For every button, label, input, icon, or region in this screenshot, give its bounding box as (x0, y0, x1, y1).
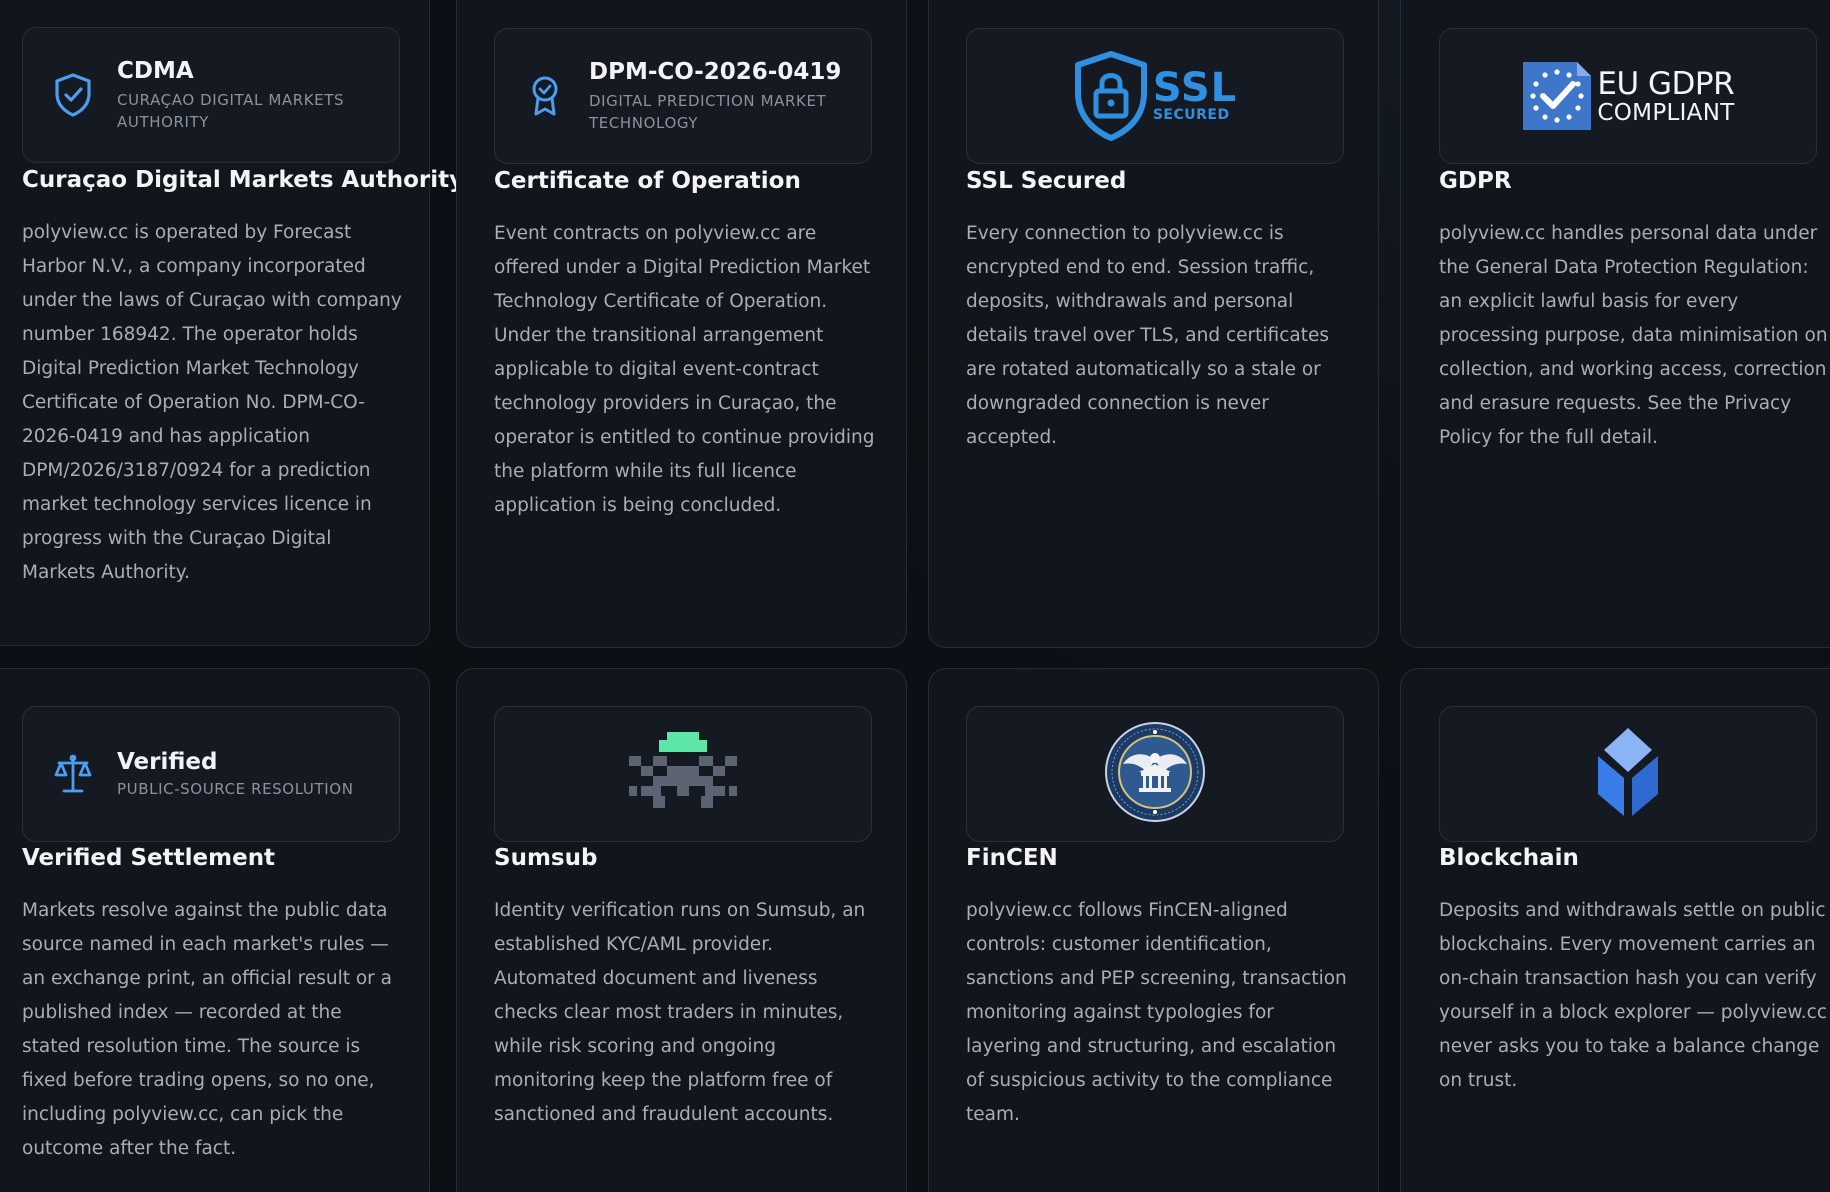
badge-subtitle: DIGITAL PREDICTION MARKET TECHNOLOGY (589, 92, 827, 132)
gdpr-logo-box: EU GDPR COMPLIANT (1439, 28, 1817, 164)
card-certificate-of-operation: DPM-CO-2026-0419 DIGITAL PREDICTION MARK… (456, 0, 907, 648)
award-ribbon-icon (525, 74, 565, 118)
card-title: Curaçao Digital Markets Authority (22, 167, 465, 193)
sumsub-pixel-logo-icon (627, 730, 739, 818)
card-title: Verified Settlement (22, 845, 276, 871)
badge-subtitle: PUBLIC-SOURCE RESOLUTION (117, 780, 354, 798)
badge-title: CDMA (117, 58, 194, 84)
card-title: GDPR (1439, 168, 1512, 194)
card-fincen: FinCEN polyview.cc follows FinCEN-aligne… (928, 668, 1379, 1192)
shield-check-icon (53, 73, 93, 117)
card-title: Sumsub (494, 845, 598, 871)
card-description: Every connection to polyview.cc is encry… (966, 223, 1329, 448)
card-gdpr: EU GDPR COMPLIANT GDPR polyview.cc handl… (1400, 0, 1830, 648)
blockchain-logo-box (1439, 706, 1817, 842)
trust-badges-page: CDMA CURAÇAO DIGITAL MARKETS AUTHORITY C… (0, 0, 1830, 1192)
card-description: Deposits and withdrawals settle on publi… (1439, 900, 1828, 1091)
sumsub-logo-box (494, 706, 872, 842)
eu-stars-check-icon: EU GDPR COMPLIANT (1521, 60, 1735, 132)
badge-subtitle: CURAÇAO DIGITAL MARKETS AUTHORITY (117, 91, 345, 131)
card-title: Certificate of Operation (494, 168, 801, 194)
gdpr-logo-sub: COMPLIANT (1597, 99, 1735, 126)
card-description: Identity verification runs on Sumsub, an… (494, 900, 866, 1125)
ssl-logo-sub: SECURED (1152, 107, 1230, 123)
ssl-lock-shield-icon: SSL SECURED (1073, 51, 1237, 141)
cdma-badge: CDMA CURAÇAO DIGITAL MARKETS AUTHORITY (22, 27, 400, 163)
card-sumsub: Sumsub Identity verification runs on Sum… (456, 668, 907, 1192)
scales-icon (53, 752, 93, 796)
gdpr-logo-main: EU GDPR (1597, 65, 1735, 102)
card-verified-settlement: Verified PUBLIC-SOURCE RESOLUTION Verifi… (0, 668, 430, 1192)
fincen-logo-box (966, 706, 1344, 842)
card-description: Event contracts on polyview.cc are offer… (494, 223, 875, 516)
fincen-seal-icon (1103, 720, 1207, 828)
verified-badge: Verified PUBLIC-SOURCE RESOLUTION (22, 706, 400, 842)
card-cdma: CDMA CURAÇAO DIGITAL MARKETS AUTHORITY C… (0, 0, 464, 646)
card-title: Blockchain (1439, 845, 1579, 871)
card-ssl-secured: SSL SECURED SSL Secured Every connection… (928, 0, 1379, 648)
card-title: SSL Secured (966, 168, 1127, 194)
blockchain-cube-icon (1580, 724, 1676, 824)
card-description: polyview.cc follows FinCEN-aligned contr… (966, 900, 1347, 1125)
ssl-logo-box: SSL SECURED (966, 28, 1344, 164)
card-description: Markets resolve against the public data … (22, 900, 392, 1159)
card-description: polyview.cc handles personal data under … (1439, 223, 1828, 448)
card-title: FinCEN (966, 845, 1058, 871)
badge-title: Verified (117, 749, 218, 775)
card-blockchain: Blockchain Deposits and withdrawals sett… (1400, 668, 1830, 1192)
badge-title: DPM-CO-2026-0419 (589, 59, 842, 85)
certificate-badge: DPM-CO-2026-0419 DIGITAL PREDICTION MARK… (494, 28, 872, 164)
card-description: polyview.cc is operated by Forecast Harb… (22, 222, 402, 583)
ssl-logo-main: SSL (1152, 65, 1238, 111)
